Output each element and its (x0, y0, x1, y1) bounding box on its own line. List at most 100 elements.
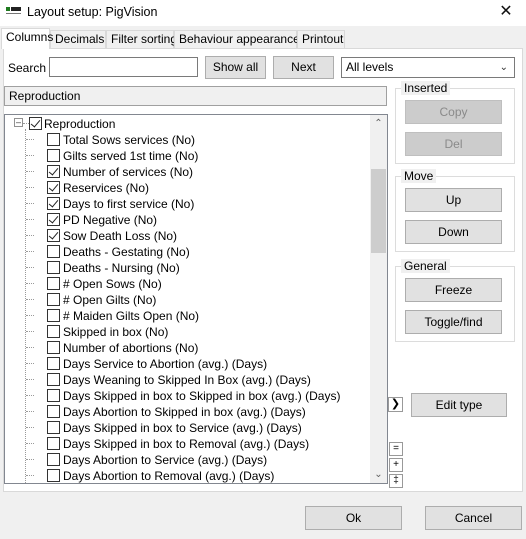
tree-connector (26, 427, 34, 428)
tree-item-label: # Maiden Gilts Open (No) (63, 309, 200, 323)
tree-connector (26, 379, 34, 380)
move-group: Move Up Down (395, 169, 515, 252)
tree-item-checkbox[interactable] (47, 181, 60, 194)
tree-item-label: Deaths - Gestating (No) (63, 245, 190, 259)
tree-item-label: Days Abortion to Skipped in box (avg.) (… (63, 405, 306, 419)
tab-columns[interactable]: Columns (1, 28, 53, 49)
tree-connector (26, 251, 34, 252)
tree-item-checkbox[interactable] (47, 309, 60, 322)
search-input[interactable] (49, 57, 198, 77)
cancel-button[interactable]: Cancel (425, 506, 522, 530)
scroll-down-icon[interactable]: ⌄ (370, 466, 387, 483)
tree-item-label: Days Abortion to Service (avg.) (Days) (63, 453, 268, 467)
tree-item-label: Days to first service (No) (63, 197, 195, 211)
tree-item-label: Number of services (No) (63, 165, 194, 179)
tree-connector (26, 443, 34, 444)
levels-select[interactable]: All levels ⌄ (341, 57, 515, 78)
tree-connector (26, 331, 34, 332)
tree-scrollbar[interactable]: ⌃ ⌄ (370, 115, 387, 483)
tree-item-checkbox[interactable] (47, 389, 60, 402)
up-button[interactable]: Up (405, 188, 502, 212)
tree-item-checkbox[interactable] (47, 373, 60, 386)
collapse-icon[interactable]: – (14, 118, 23, 127)
expand-level-icon[interactable]: + (389, 458, 403, 472)
levels-select-value: All levels (346, 60, 394, 74)
tree-connector (26, 395, 34, 396)
tree-connector (26, 155, 34, 156)
collapse-all-icon[interactable]: = (389, 442, 403, 456)
tree-connector (26, 363, 34, 364)
tree-item-checkbox[interactable] (47, 357, 60, 370)
tree-item-checkbox[interactable] (47, 293, 60, 306)
close-icon[interactable]: ✕ (486, 0, 526, 26)
show-all-button[interactable]: Show all (205, 56, 266, 79)
tree-connector (26, 139, 34, 140)
app-icon (6, 7, 21, 17)
tab-decimals[interactable]: Decimals (50, 30, 106, 48)
toggle-find-button[interactable]: Toggle/find (405, 310, 502, 334)
tree-item-checkbox[interactable] (47, 405, 60, 418)
tree-item-checkbox[interactable] (47, 229, 60, 242)
tree-item-checkbox[interactable] (47, 341, 60, 354)
tree-connector (26, 267, 34, 268)
freeze-button[interactable]: Freeze (405, 278, 502, 302)
tab-printout[interactable]: Printout (297, 30, 345, 48)
inserted-group: Inserted Copy Del (395, 81, 515, 164)
tree-item-checkbox[interactable] (47, 421, 60, 434)
search-label: Search (8, 61, 47, 75)
tree-item-checkbox[interactable] (47, 149, 60, 162)
scroll-thumb[interactable] (371, 169, 386, 253)
move-group-title: Move (401, 169, 437, 183)
tree-item-checkbox[interactable] (47, 261, 60, 274)
del-button[interactable]: Del (405, 132, 502, 156)
tree-item-label: Days Skipped in box to Service (avg.) (D… (63, 421, 302, 435)
edit-type-button[interactable]: Edit type (411, 393, 507, 417)
tree-connector (26, 171, 34, 172)
tab-behaviour-appearance[interactable]: Behaviour appearance (174, 30, 300, 48)
tree-connector (26, 235, 34, 236)
tree-item-checkbox[interactable] (47, 469, 60, 482)
tree-item-checkbox[interactable] (47, 245, 60, 258)
breadcrumb: Reproduction (4, 86, 387, 106)
tab-strip: Columns Decimals Filter sorting Behaviou… (0, 26, 526, 49)
dropdown-arrow-icon: ⌄ (499, 62, 508, 73)
tree-item-checkbox[interactable] (47, 133, 60, 146)
tree-item-label: Gilts served 1st time (No) (63, 149, 199, 163)
tree-item-label: Total Sows services (No) (63, 133, 196, 147)
tree-item-checkbox[interactable] (47, 325, 60, 338)
tree-item-label: Days Skipped in box to Skipped in box (a… (63, 389, 341, 403)
tab-filter-sorting[interactable]: Filter sorting (106, 30, 177, 48)
scroll-up-icon[interactable]: ⌃ (370, 115, 387, 132)
tree-item-label: # Open Gilts (No) (63, 293, 157, 307)
tree-connector (26, 219, 34, 220)
tree-item-label: Days Weaning to Skipped In Box (avg.) (D… (63, 373, 311, 387)
tree-connector (26, 187, 34, 188)
tree-connector (26, 315, 34, 316)
tree-item-label: Days Skipped in box to Removal (avg.) (D… (63, 437, 310, 451)
tree-item-checkbox[interactable] (47, 213, 60, 226)
expand-all-icon[interactable]: ‡ (389, 474, 403, 488)
title-bar: Layout setup: PigVision ✕ (0, 0, 526, 26)
copy-button[interactable]: Copy (405, 100, 502, 124)
tree-connector (26, 299, 34, 300)
tree-connector (25, 129, 26, 483)
down-button[interactable]: Down (405, 220, 502, 244)
tree-item-checkbox[interactable] (47, 165, 60, 178)
tree-item-checkbox[interactable] (47, 197, 60, 210)
ok-button[interactable]: Ok (305, 506, 402, 530)
tree-item-label: Days Service to Abortion (avg.) (Days) (63, 357, 268, 371)
tree-connector (26, 347, 34, 348)
tree-item-checkbox[interactable] (47, 437, 60, 450)
tree-connector (26, 283, 34, 284)
expand-arrow-icon[interactable]: ❯ (388, 397, 403, 412)
tree-connector (26, 203, 34, 204)
tree-root-label: Reproduction (44, 117, 116, 131)
next-button[interactable]: Next (273, 56, 334, 79)
column-tree[interactable]: – Reproduction Total Sows services (No) G… (4, 114, 388, 484)
tree-item-checkbox[interactable] (47, 453, 60, 466)
tree-item-checkbox[interactable] (47, 277, 60, 290)
tree-item-label: Skipped in box (No) (63, 325, 169, 339)
root-checkbox[interactable] (29, 117, 42, 130)
tree-connector (26, 475, 34, 476)
tree-item-label: # Open Sows (No) (63, 277, 162, 291)
